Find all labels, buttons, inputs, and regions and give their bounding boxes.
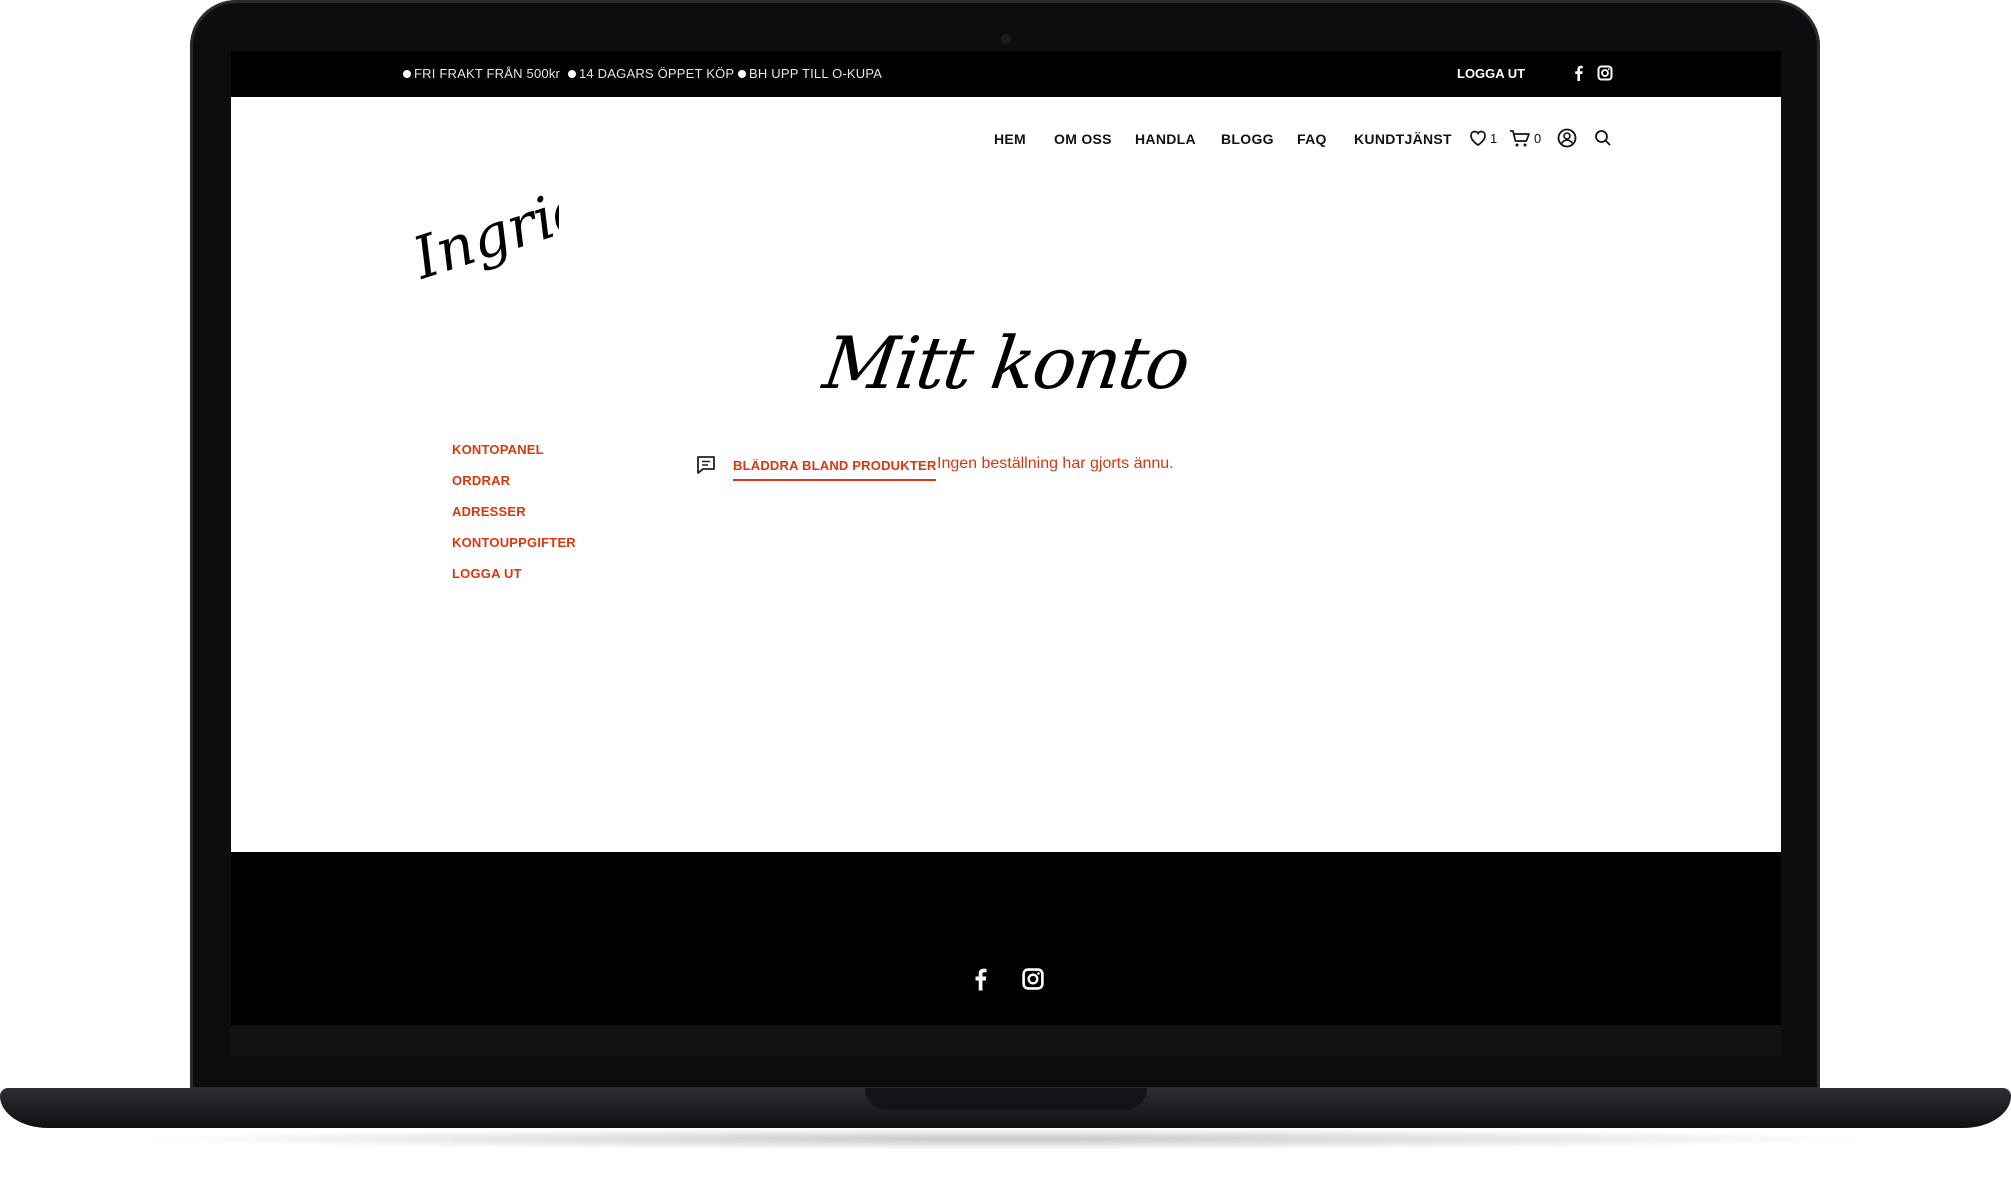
page-title: Mitt konto [818,321,1194,405]
facebook-icon[interactable] [1570,64,1588,82]
nav-faq[interactable]: FAQ [1297,131,1327,147]
no-orders-message: Ingen beställning har gjorts ännu. [937,455,1174,472]
laptop-shadow [120,1128,1890,1150]
bullet-icon [568,69,576,78]
promo-item: 14 DAGARS ÖPPET KÖP [568,66,734,81]
site-logo[interactable]: Ingrids [399,159,559,294]
laptop-bezel [230,1025,1782,1057]
instagram-icon[interactable] [1596,64,1614,82]
heart-icon[interactable] [1468,127,1488,149]
nav-handla[interactable]: HANDLA [1135,131,1196,147]
account-nav-dashboard[interactable]: KONTOPANEL [452,442,544,457]
announcement-bar: FRI FRAKT FRÅN 500kr 14 DAGARS ÖPPET KÖP… [231,51,1781,97]
search-icon[interactable] [1593,127,1613,149]
promo-item: FRI FRAKT FRÅN 500kr [403,66,560,81]
promo-item: BH UPP TILL O-KUPA [738,66,882,81]
camera [1001,34,1011,44]
facebook-icon[interactable] [968,966,994,992]
topbar-logout-link[interactable]: LOGGA UT [1457,66,1525,81]
promo-text: 14 DAGARS ÖPPET KÖP [579,66,735,81]
account-nav-orders[interactable]: ORDRAR [452,473,510,488]
browse-products-button[interactable]: BLÄDDRA BLAND PRODUKTER [733,458,937,481]
instagram-icon[interactable] [1020,966,1046,992]
cart-count: 0 [1534,131,1542,146]
cart-icon[interactable] [1509,127,1531,149]
nav-om-oss[interactable]: OM OSS [1054,131,1112,147]
bullet-icon [403,69,411,78]
account-nav-account-details[interactable]: KONTOUPPGIFTER [452,535,576,550]
nav-blogg[interactable]: BLOGG [1221,131,1274,147]
message-icon [697,456,715,474]
promo-text: FRI FRAKT FRÅN 500kr [414,66,561,81]
nav-kundtjanst[interactable]: KUNDTJÄNST [1354,131,1452,147]
bullet-icon [738,69,746,78]
wishlist-count: 1 [1490,131,1498,146]
site-footer [231,852,1781,1025]
account-nav-addresses[interactable]: ADRESSER [452,504,526,519]
laptop-notch [865,1088,1147,1110]
promo-text: BH UPP TILL O-KUPA [749,66,883,81]
account-nav-logout[interactable]: LOGGA UT [452,566,522,581]
user-icon[interactable] [1556,127,1578,149]
nav-hem[interactable]: HEM [994,131,1026,147]
browser-viewport: FRI FRAKT FRÅN 500kr 14 DAGARS ÖPPET KÖP… [231,51,1781,1025]
logo-text: Ingrids [404,163,559,293]
